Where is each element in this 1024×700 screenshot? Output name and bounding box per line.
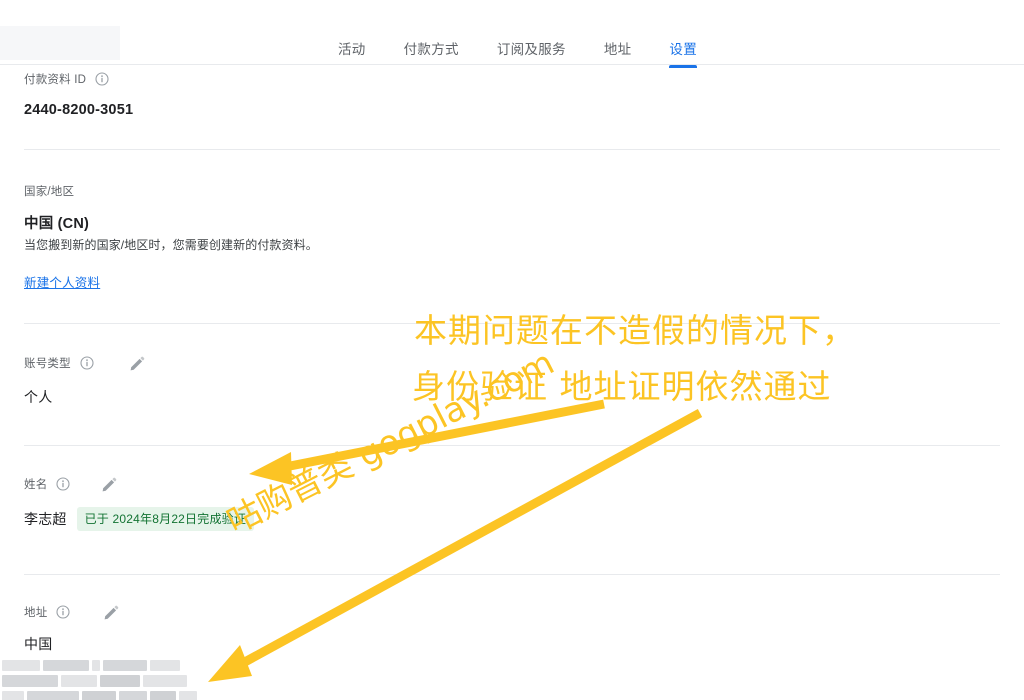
name-value: 李志超	[24, 511, 67, 527]
tab-activity-label: 活动	[338, 42, 366, 57]
page-root: 活动 付款方式 订阅及服务 地址 设置 付款资料 ID 2440-8200-30…	[0, 0, 1024, 700]
info-icon[interactable]	[56, 605, 70, 619]
tab-address-label: 地址	[603, 42, 632, 57]
payment-profile-id-label-row: 付款资料 ID	[24, 69, 1000, 89]
payment-profile-id-label: 付款资料 ID	[24, 74, 87, 86]
address-redacted-row	[2, 675, 1000, 687]
pencil-icon[interactable]	[129, 355, 146, 372]
address-label-row: 地址	[24, 602, 1000, 622]
name-label-row: 姓名	[24, 474, 1000, 494]
address-label: 地址	[24, 607, 48, 619]
country-region-value: 中国 (CN)	[24, 216, 90, 232]
pencil-icon[interactable]	[101, 476, 118, 493]
address-country: 中国	[24, 636, 53, 652]
tab-settings-label: 设置	[669, 42, 698, 57]
tab-payment-methods-label: 付款方式	[403, 42, 459, 57]
address-redacted-lines	[2, 660, 1000, 700]
name-label: 姓名	[24, 479, 48, 491]
info-icon[interactable]	[95, 72, 109, 86]
top-navigation-bar: 活动 付款方式 订阅及服务 地址 设置	[0, 0, 1024, 68]
payment-profile-id-value: 2440-8200-3051	[24, 102, 134, 118]
account-type-value: 个人	[24, 389, 53, 405]
country-region-label: 国家/地区	[24, 186, 75, 198]
info-icon[interactable]	[80, 356, 94, 370]
pencil-icon[interactable]	[103, 604, 120, 621]
section-account-type: 账号类型 个人	[0, 324, 1024, 445]
section-address: 地址 中国	[0, 575, 1024, 700]
nav-bottom-divider	[0, 64, 1024, 65]
section-payment-profile-id: 付款资料 ID 2440-8200-3051	[0, 66, 1024, 149]
account-type-label-row: 账号类型	[24, 353, 1000, 373]
create-personal-profile-link[interactable]: 新建个人资料	[24, 272, 100, 291]
tab-subscriptions-services-label: 订阅及服务	[496, 42, 566, 57]
name-value-row: 李志超 已于 2024年8月22日完成验证	[24, 507, 1000, 531]
account-type-label: 账号类型	[24, 358, 71, 370]
settings-content: 付款资料 ID 2440-8200-3051 国家/地区 中国 (CN) 当您搬…	[0, 66, 1024, 700]
nav-left-placeholder-box	[0, 26, 120, 60]
country-region-description: 当您搬到新的国家/地区时，您需要创建新的付款资料。	[24, 238, 318, 252]
name-verified-badge: 已于 2024年8月22日完成验证	[76, 507, 255, 531]
country-region-label-row: 国家/地区	[24, 181, 1000, 201]
info-icon[interactable]	[56, 477, 70, 491]
section-name: 姓名 李志超 已于 2024年8月22日完成验证	[0, 446, 1024, 574]
section-country-region: 国家/地区 中国 (CN) 当您搬到新的国家/地区时，您需要创建新的付款资料。 …	[0, 150, 1024, 323]
address-redacted-row	[2, 691, 1000, 700]
address-redacted-row	[2, 660, 1000, 671]
